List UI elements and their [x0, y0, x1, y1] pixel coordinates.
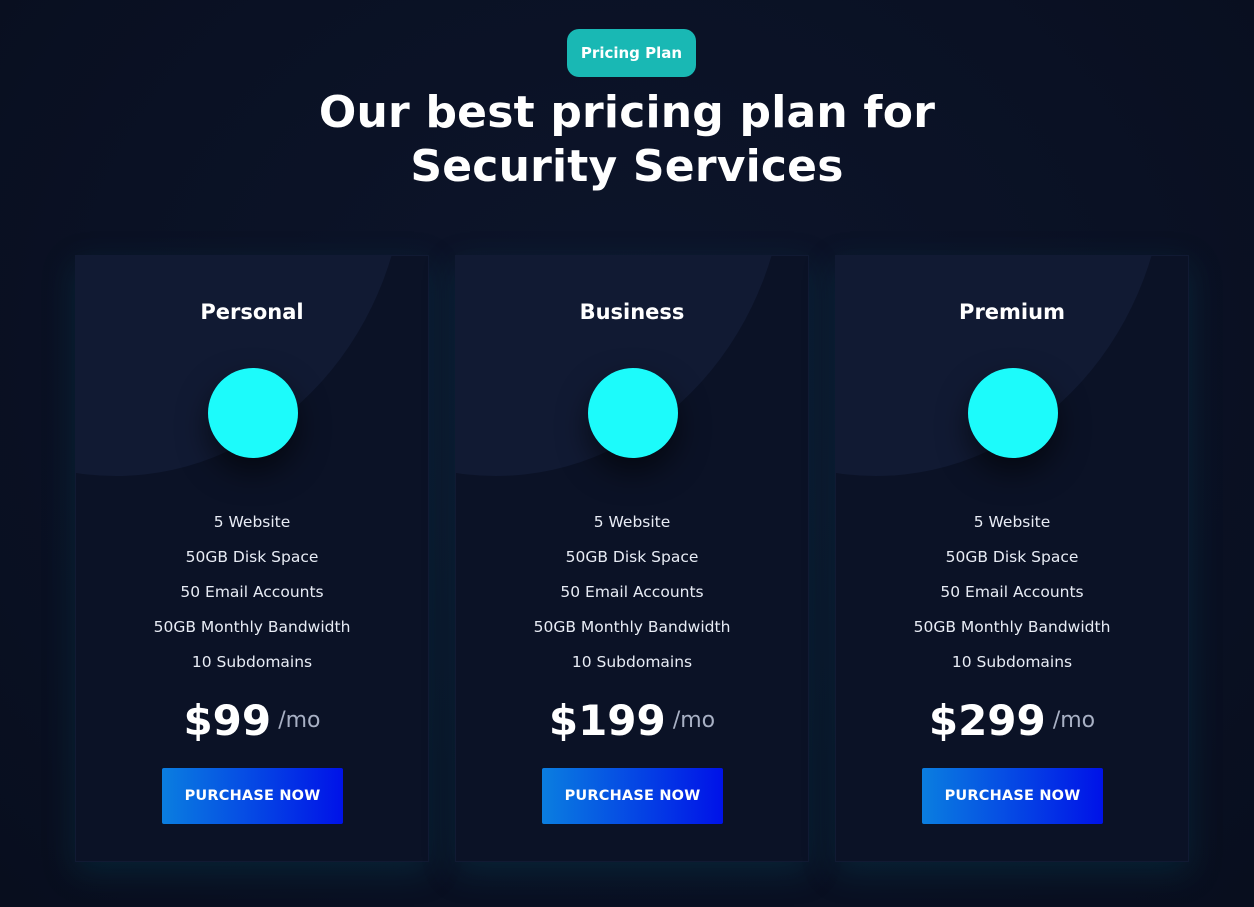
- page-title-line-1: Our best pricing plan for: [318, 87, 936, 138]
- plan-price: $99 /mo: [76, 696, 428, 745]
- feature-item: 50 Email Accounts: [940, 583, 1084, 601]
- feature-item: 50 Email Accounts: [560, 583, 704, 601]
- plan-name: Premium: [959, 300, 1065, 324]
- plan-price: $299 /mo: [836, 696, 1188, 745]
- circle-icon: [588, 368, 678, 458]
- purchase-now-button-personal[interactable]: PURCHASE NOW: [162, 768, 343, 824]
- price-amount: $199: [548, 696, 666, 745]
- pricing-card-business: Business 5 Website 50GB Disk Space 50 Em…: [455, 255, 809, 862]
- feature-item: 50GB Disk Space: [565, 548, 699, 566]
- feature-item: 50GB Monthly Bandwidth: [913, 618, 1111, 636]
- pricing-card-personal: Personal 5 Website 50GB Disk Space 50 Em…: [75, 255, 429, 862]
- feature-item: 10 Subdomains: [571, 653, 693, 671]
- page-title-line-2: Security Services: [410, 141, 844, 192]
- price-period: /mo: [278, 708, 321, 733]
- feature-item: 50GB Disk Space: [945, 548, 1079, 566]
- feature-item: 50GB Monthly Bandwidth: [153, 618, 351, 636]
- price-period: /mo: [1052, 708, 1096, 733]
- purchase-now-button-business[interactable]: PURCHASE NOW: [542, 768, 723, 824]
- feature-item: 50GB Monthly Bandwidth: [533, 618, 731, 636]
- price-period: /mo: [672, 708, 716, 733]
- feature-item: 50GB Disk Space: [185, 548, 319, 566]
- feature-item: 10 Subdomains: [191, 653, 313, 671]
- feature-item: 10 Subdomains: [951, 653, 1073, 671]
- feature-item: 50 Email Accounts: [180, 583, 324, 601]
- plan-price: $199 /mo: [456, 696, 808, 745]
- feature-item: 5 Website: [973, 513, 1051, 531]
- price-amount: $299: [928, 696, 1046, 745]
- purchase-now-button-premium[interactable]: PURCHASE NOW: [922, 768, 1103, 824]
- price-amount: $99: [183, 696, 272, 745]
- feature-item: 5 Website: [213, 513, 291, 531]
- feature-item: 5 Website: [593, 513, 671, 531]
- circle-icon: [968, 368, 1058, 458]
- pricing-card-premium: Premium 5 Website 50GB Disk Space 50 Ema…: [835, 255, 1189, 862]
- plan-name: Personal: [200, 300, 304, 324]
- pricing-page: Pricing Plan Our best pricing plan for S…: [0, 0, 1254, 907]
- feature-list: 5 Website 50GB Disk Space 50 Email Accou…: [456, 510, 808, 685]
- feature-list: 5 Website 50GB Disk Space 50 Email Accou…: [76, 510, 428, 685]
- feature-list: 5 Website 50GB Disk Space 50 Email Accou…: [836, 510, 1188, 685]
- plan-name: Business: [579, 300, 685, 324]
- page-title: Our best pricing plan for Security Servi…: [0, 86, 1254, 194]
- pricing-plan-badge: Pricing Plan: [567, 29, 696, 77]
- circle-icon: [208, 368, 298, 458]
